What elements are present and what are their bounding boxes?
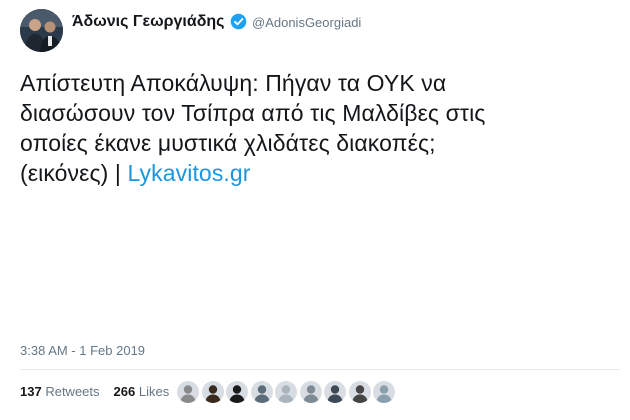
likes-count: 266 — [113, 384, 136, 399]
tweet-timestamp[interactable]: 3:38 AM - 1 Feb 2019 — [20, 343, 145, 358]
tweet-text: Απίστευτη Αποκάλυψη: Πήγαν τα ΟΥΚ να δια… — [20, 68, 620, 188]
liker-avatar-7-icon[interactable] — [323, 380, 347, 404]
liker-avatar-9-icon[interactable] — [372, 380, 396, 404]
author-avatar[interactable] — [20, 9, 63, 52]
source-link[interactable]: Lykavitos.gr — [128, 160, 251, 186]
profile-photo-icon — [20, 9, 63, 52]
liker-avatar-5-icon[interactable] — [274, 380, 298, 404]
author-name[interactable]: Άδωνις Γεωργιάδης — [72, 13, 224, 31]
retweets-count: 137 — [20, 384, 42, 399]
tweet-text-line-last: (εικόνες) | Lykavitos.gr — [20, 158, 620, 188]
liker-avatar-6-icon[interactable] — [298, 380, 323, 404]
retweets-label: Retweets — [45, 384, 100, 399]
liker-avatar-2-icon[interactable] — [200, 380, 225, 404]
stats-divider — [20, 369, 620, 370]
tweet-text-prefix: (εικόνες) | — [20, 160, 128, 186]
tweet-stats: 137 Retweets 266 Likes — [20, 384, 177, 399]
liker-avatar-1-icon[interactable] — [176, 380, 200, 404]
likes-stat[interactable]: 266 Likes — [114, 384, 170, 399]
tweet-text-line: διασώσουν τον Τσίπρα από τις Μαλδίβες στ… — [20, 100, 486, 126]
verified-badge-icon — [230, 13, 247, 30]
tweet-text-line: Απίστευτη Αποκάλυψη: Πήγαν τα ΟΥΚ να — [20, 70, 447, 96]
tweet-card: Άδωνις Γεωργιάδης @AdonisGeorgiadi Απίστ… — [0, 0, 630, 420]
author-handle[interactable]: @AdonisGeorgiadi — [252, 15, 361, 30]
tweet-text-line: οποίες έκανε μυστικά χλιδάτες διακοπές; — [20, 130, 436, 156]
retweets-stat[interactable]: 137 Retweets — [20, 384, 100, 399]
liker-avatar-4-icon[interactable] — [249, 380, 274, 404]
likes-label: Likes — [138, 384, 170, 399]
liker-avatar-3-icon[interactable] — [225, 380, 249, 404]
liker-avatar-8-icon[interactable] — [347, 380, 372, 404]
